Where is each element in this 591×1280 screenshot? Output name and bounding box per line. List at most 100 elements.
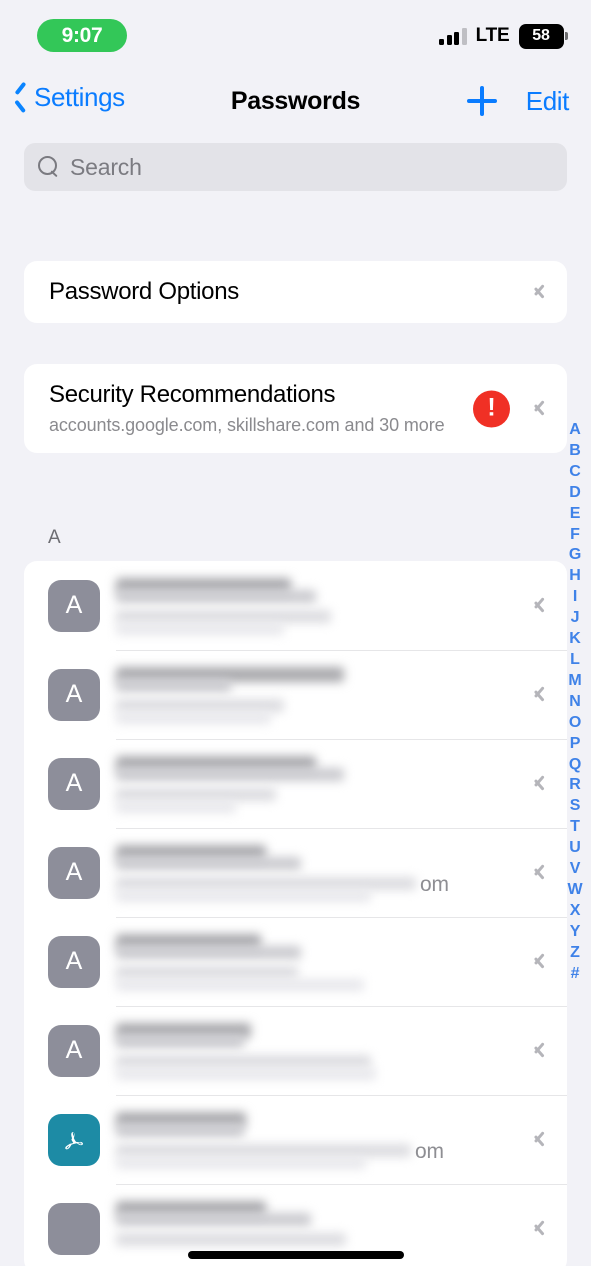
password-list-item[interactable]: om: [24, 1095, 567, 1184]
account-avatar: A: [48, 935, 100, 988]
chevron-right-icon: [534, 398, 546, 419]
index-letter[interactable]: Q: [569, 755, 581, 776]
exclamation-circle-icon: !: [473, 390, 510, 427]
account-avatar: A: [48, 757, 100, 810]
account-avatar: A: [48, 1024, 100, 1077]
index-letter[interactable]: C: [569, 462, 581, 483]
password-entry-text: [116, 1199, 567, 1259]
index-letter[interactable]: D: [569, 483, 581, 504]
nav-actions: Edit: [466, 62, 570, 140]
password-list-item[interactable]: [24, 1184, 567, 1273]
chevron-left-icon: [13, 85, 28, 111]
password-entry-text: [116, 1021, 567, 1081]
search-input[interactable]: Search: [24, 143, 567, 191]
password-entry-text: [116, 754, 567, 814]
redacted-title-text: [116, 1034, 244, 1048]
chevron-right-icon: [534, 773, 546, 794]
account-avatar: A: [48, 668, 100, 721]
battery-level-label: 58: [518, 23, 564, 49]
redacted-subtitle-text: [116, 698, 284, 712]
index-letter[interactable]: B: [569, 441, 581, 462]
security-recommendations-row[interactable]: Security Recommendations accounts.google…: [24, 364, 567, 453]
password-options-row[interactable]: Password Options: [24, 261, 567, 323]
password-entry-text: om: [116, 1110, 567, 1170]
index-letter[interactable]: T: [570, 817, 580, 838]
redacted-subtitle-text: [116, 889, 371, 902]
account-avatar: [48, 1202, 100, 1255]
status-indicators: LTE 58: [439, 22, 568, 50]
back-button[interactable]: Settings: [13, 82, 125, 113]
account-avatar: A: [48, 846, 100, 899]
account-avatar: A: [48, 579, 100, 632]
visible-domain-tail: om: [415, 1139, 444, 1163]
index-letter[interactable]: O: [569, 713, 581, 734]
password-list-item[interactable]: Aom: [24, 828, 567, 917]
index-letter[interactable]: J: [571, 608, 580, 629]
index-letter[interactable]: N: [569, 692, 581, 713]
redacted-title-text: [116, 945, 301, 959]
redacted-title-text: [116, 1123, 244, 1137]
index-letter[interactable]: E: [570, 504, 581, 525]
index-letter[interactable]: Y: [570, 922, 581, 943]
password-list-item[interactable]: A: [24, 650, 567, 739]
navigation-bar: Passwords Settings Edit: [0, 62, 591, 140]
search-bar: Search: [24, 143, 567, 191]
index-letter[interactable]: U: [569, 838, 581, 859]
index-letter[interactable]: A: [569, 420, 581, 441]
search-icon: [38, 156, 60, 178]
back-button-label: Settings: [34, 82, 125, 112]
index-letter[interactable]: S: [570, 796, 581, 817]
chevron-right-icon: [534, 1040, 546, 1061]
cellular-signal-icon: [439, 27, 467, 45]
index-letter[interactable]: P: [570, 734, 581, 755]
index-letter[interactable]: W: [567, 880, 582, 901]
redacted-title-text: [116, 856, 301, 870]
password-options-label: Password Options: [49, 278, 239, 305]
index-letter[interactable]: M: [568, 671, 581, 692]
password-entry-text: [116, 576, 567, 636]
chevron-right-icon: [534, 862, 546, 883]
index-letter[interactable]: H: [569, 566, 581, 587]
acrobat-icon: [48, 1113, 100, 1166]
index-letter[interactable]: Z: [570, 943, 580, 964]
chevron-right-icon: [534, 282, 546, 303]
redacted-subtitle-text: [116, 1054, 371, 1068]
redacted-subtitle-text: [116, 965, 298, 979]
password-entry-text: [116, 932, 567, 992]
status-time-pill: 9:07: [37, 19, 127, 52]
alphabet-index-bar[interactable]: A B C D E F G H I J K L M N O P Q R S T U V W X Y Z #: [563, 420, 587, 984]
section-header-a: A: [48, 527, 61, 548]
redacted-subtitle-text: [116, 1232, 346, 1246]
battery-icon: 58: [518, 23, 568, 49]
index-letter[interactable]: V: [570, 859, 581, 880]
index-letter[interactable]: I: [573, 587, 577, 608]
redacted-title-text: [116, 1212, 311, 1226]
password-list-item[interactable]: A: [24, 917, 567, 1006]
redacted-subtitle-text: [116, 622, 284, 635]
index-letter[interactable]: X: [570, 901, 581, 922]
edit-button[interactable]: Edit: [526, 86, 570, 117]
index-letter[interactable]: G: [569, 545, 581, 566]
password-entry-text: [116, 665, 567, 725]
password-list-item[interactable]: A: [24, 1006, 567, 1095]
plus-icon[interactable]: [466, 86, 497, 116]
redacted-subtitle-text: [116, 711, 271, 724]
index-letter[interactable]: F: [570, 525, 580, 546]
visible-domain-tail: om: [420, 872, 449, 896]
redacted-title-text: [116, 589, 316, 603]
chevron-right-icon: [534, 1218, 546, 1239]
index-letter[interactable]: L: [570, 650, 580, 671]
redacted-subtitle-text: [116, 609, 331, 623]
status-bar: 9:07 LTE 58: [0, 0, 591, 62]
redacted-subtitle-text: [116, 1143, 411, 1157]
redacted-subtitle-text: [116, 978, 364, 991]
index-letter[interactable]: #: [571, 964, 580, 985]
home-indicator: [187, 1251, 404, 1259]
password-list-item[interactable]: A: [24, 739, 567, 828]
index-letter[interactable]: R: [569, 775, 581, 796]
password-list-item[interactable]: A: [24, 561, 567, 650]
redacted-title-text: [116, 678, 231, 692]
redacted-subtitle-text: [116, 1067, 376, 1080]
search-placeholder: Search: [70, 153, 142, 180]
index-letter[interactable]: K: [569, 629, 581, 650]
